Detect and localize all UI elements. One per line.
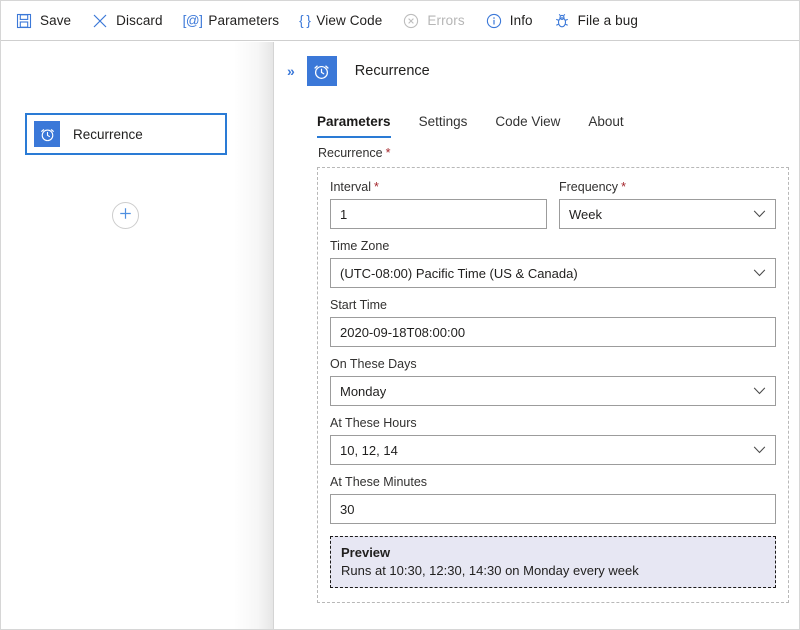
command-toolbar: Save Discard [@] Parameters { } View Cod… (1, 1, 800, 41)
interval-label: Interval* (330, 180, 547, 194)
tab-settings-label: Settings (419, 114, 468, 129)
chevron-down-icon (753, 200, 766, 228)
required-marker: * (621, 180, 626, 194)
interval-label-text: Interval (330, 180, 371, 194)
bug-icon (553, 12, 571, 30)
start-time-input[interactable]: 2020-09-18T08:00:00 (330, 317, 776, 347)
tab-about[interactable]: About (588, 114, 623, 138)
chevron-down-icon (753, 436, 766, 464)
alarm-clock-icon (307, 56, 337, 86)
info-button[interactable]: Info (485, 6, 533, 36)
tab-parameters[interactable]: Parameters (317, 114, 391, 138)
start-time-label: Start Time (330, 298, 776, 312)
frequency-field: Frequency* Week (559, 180, 776, 229)
properties-panel: » Recurrence Parameters Settings Code Vi… (274, 42, 800, 630)
alarm-clock-icon (34, 121, 60, 147)
workflow-node-recurrence[interactable]: Recurrence (25, 113, 227, 155)
interval-input[interactable]: 1 (330, 199, 547, 229)
save-label: Save (40, 13, 71, 28)
on-these-days-select[interactable]: Monday (330, 376, 776, 406)
discard-button[interactable]: Discard (91, 6, 162, 36)
view-code-label: View Code (316, 13, 382, 28)
plus-icon (118, 206, 133, 226)
recurrence-preview: Preview Runs at 10:30, 12:30, 14:30 on M… (330, 536, 776, 588)
parameters-button[interactable]: [@] Parameters (183, 6, 280, 36)
file-a-bug-label: File a bug (578, 13, 638, 28)
at-these-hours-select[interactable]: 10, 12, 14 (330, 435, 776, 465)
start-time-value: 2020-09-18T08:00:00 (331, 325, 465, 340)
save-button[interactable]: Save (15, 6, 71, 36)
time-zone-select[interactable]: (UTC-08:00) Pacific Time (US & Canada) (330, 258, 776, 288)
on-these-days-value: Monday (331, 384, 386, 399)
interval-value: 1 (331, 207, 347, 222)
at-these-hours-field: At These Hours 10, 12, 14 (330, 416, 776, 465)
required-marker: * (374, 180, 379, 194)
at-these-minutes-label: At These Minutes (330, 475, 776, 489)
tab-code-view-label: Code View (495, 114, 560, 129)
designer-canvas[interactable]: Recurrence (1, 41, 273, 630)
tab-code-view[interactable]: Code View (495, 114, 560, 138)
at-these-hours-value: 10, 12, 14 (331, 443, 398, 458)
frequency-label: Frequency* (559, 180, 776, 194)
at-these-minutes-field: At These Minutes 30 (330, 475, 776, 524)
interval-frequency-row: Interval* 1 Frequency* Week (330, 180, 776, 229)
chevron-down-icon (753, 377, 766, 405)
tab-settings[interactable]: Settings (419, 114, 468, 138)
add-step-button[interactable] (112, 202, 139, 229)
info-label: Info (510, 13, 533, 28)
frequency-label-text: Frequency (559, 180, 618, 194)
start-time-field: Start Time 2020-09-18T08:00:00 (330, 298, 776, 347)
time-zone-label: Time Zone (330, 239, 776, 253)
preview-text: Runs at 10:30, 12:30, 14:30 on Monday ev… (341, 563, 765, 578)
recurrence-section-text: Recurrence (318, 146, 383, 160)
parameters-label: Parameters (208, 13, 279, 28)
at-these-hours-label: At These Hours (330, 416, 776, 430)
double-chevron-right-icon[interactable]: » (287, 63, 294, 79)
panel-tabs: Parameters Settings Code View About (274, 102, 800, 138)
recurrence-field-group: Interval* 1 Frequency* Week (317, 167, 789, 603)
time-zone-field: Time Zone (UTC-08:00) Pacific Time (US &… (330, 239, 776, 288)
frequency-select[interactable]: Week (559, 199, 776, 229)
errors-label: Errors (427, 13, 464, 28)
info-circle-icon (485, 12, 503, 30)
discard-x-icon (91, 12, 109, 30)
on-these-days-field: On These Days Monday (330, 357, 776, 406)
tab-parameters-label: Parameters (317, 114, 391, 129)
on-these-days-label: On These Days (330, 357, 776, 371)
interval-field: Interval* 1 (330, 180, 547, 229)
tab-about-label: About (588, 114, 623, 129)
file-a-bug-button[interactable]: File a bug (553, 6, 638, 36)
frequency-value: Week (560, 207, 602, 222)
save-icon (15, 12, 33, 30)
at-these-minutes-input[interactable]: 30 (330, 494, 776, 524)
errors-button[interactable]: Errors (402, 6, 464, 36)
curly-braces-icon: { } (299, 13, 310, 28)
preview-title: Preview (341, 545, 765, 560)
panel-header: » Recurrence (274, 42, 800, 100)
logic-app-designer: Save Discard [@] Parameters { } View Cod… (0, 0, 800, 630)
parameters-form: Recurrence* Interval* 1 Frequency* (274, 146, 800, 630)
at-bracket-icon: [@] (183, 13, 203, 28)
chevron-down-icon (753, 259, 766, 287)
error-circle-icon (402, 12, 420, 30)
discard-label: Discard (116, 13, 162, 28)
workflow-node-title: Recurrence (73, 127, 143, 142)
view-code-button[interactable]: { } View Code (299, 6, 382, 36)
time-zone-value: (UTC-08:00) Pacific Time (US & Canada) (331, 266, 578, 281)
at-these-minutes-value: 30 (331, 502, 354, 517)
required-marker: * (386, 146, 391, 160)
recurrence-section-label: Recurrence* (318, 146, 791, 160)
panel-title: Recurrence (355, 63, 430, 79)
